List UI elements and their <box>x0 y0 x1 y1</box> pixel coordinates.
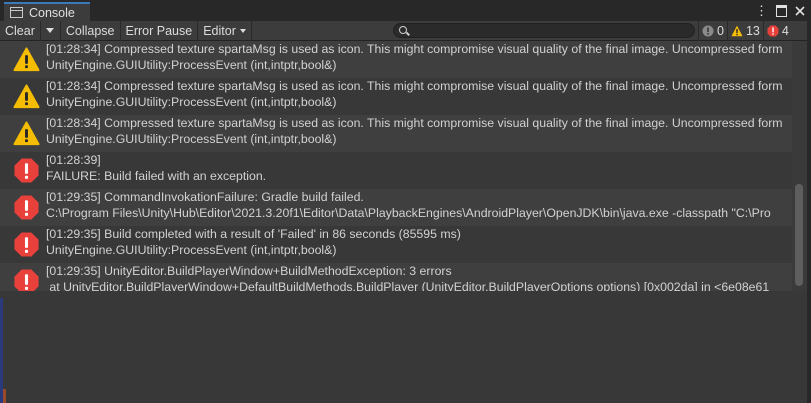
log-entry-line1: [01:28:34] Compressed texture spartaMsg … <box>46 79 783 93</box>
tab-bar: Console ⋮ <box>0 0 811 21</box>
close-icon[interactable] <box>795 6 805 16</box>
log-entry-line2: UnityEngine.GUIUtility:ProcessEvent (int… <box>46 242 337 257</box>
info-count: 0 <box>717 24 724 38</box>
window-controls: ⋮ <box>755 3 805 19</box>
warning-icon <box>13 121 40 146</box>
error-icon <box>14 195 39 220</box>
log-entry-text: [01:28:34] Compressed texture spartaMsg … <box>46 42 783 73</box>
window-border <box>807 0 811 403</box>
info-icon <box>702 25 714 37</box>
log-counters: 0 13 4 <box>698 21 792 41</box>
chevron-down-icon <box>46 28 55 33</box>
log-entry-line1: [01:28:39] <box>46 153 101 167</box>
log-entry-line2: UnityEngine.GUIUtility:ProcessEvent (int… <box>46 131 337 146</box>
error-icon <box>14 269 39 291</box>
log-entry-text: [01:29:35] CommandInvokationFailure: Gra… <box>46 190 771 221</box>
log-entry-error[interactable]: [01:29:35] UnityEditor.BuildPlayerWindow… <box>0 263 792 291</box>
clear-options-dropdown[interactable] <box>41 20 61 41</box>
log-entry-text: [01:29:35] UnityEditor.BuildPlayerWindow… <box>46 264 769 291</box>
search-input[interactable] <box>393 23 695 38</box>
log-entry-line2: UnityEngine.GUIUtility:ProcessEvent (int… <box>46 94 337 109</box>
stack-trace-panel <box>0 291 807 403</box>
chevron-down-icon <box>239 28 246 33</box>
more-options-icon[interactable]: ⋮ <box>755 3 768 19</box>
log-entry-line2: UnityEngine.GUIUtility:ProcessEvent (int… <box>46 57 337 72</box>
log-entry-error[interactable]: [01:29:35] Build completed with a result… <box>0 226 792 263</box>
collapse-toggle[interactable]: Collapse <box>61 20 121 41</box>
warning-icon <box>731 25 743 37</box>
log-entry-line1: [01:29:35] UnityEditor.BuildPlayerWindow… <box>46 264 452 278</box>
adjacent-panel-edge <box>0 298 3 403</box>
warning-icon <box>13 84 40 109</box>
log-entry-line2: at UnityEditor.BuildPlayerWindow+Default… <box>46 279 770 292</box>
log-entry-text: [01:28:39] FAILURE: Build failed with an… <box>46 153 266 184</box>
log-entry-line1: [01:28:34] Compressed texture spartaMsg … <box>46 116 783 130</box>
adjacent-panel-edge-accent <box>3 389 6 403</box>
log-entry-text: [01:28:34] Compressed texture spartaMsg … <box>46 116 783 147</box>
log-entry-line1: [01:29:35] Build completed with a result… <box>46 227 461 241</box>
maximize-icon[interactable] <box>776 5 787 17</box>
scrollbar-thumb[interactable] <box>795 184 803 286</box>
log-entry-warning[interactable]: [01:28:34] Compressed texture spartaMsg … <box>0 115 792 152</box>
error-icon <box>14 158 39 183</box>
log-entry-error[interactable]: [01:29:35] CommandInvokationFailure: Gra… <box>0 189 792 226</box>
error-count-toggle[interactable]: 4 <box>762 21 792 41</box>
editor-dropdown[interactable]: Editor <box>198 20 252 41</box>
info-count-toggle[interactable]: 0 <box>698 21 727 41</box>
warning-icon <box>13 47 40 72</box>
log-entry-warning[interactable]: [01:28:34] Compressed texture spartaMsg … <box>0 41 792 78</box>
console-icon <box>10 7 23 18</box>
log-entry-text: [01:29:35] Build completed with a result… <box>46 227 461 258</box>
log-entry-line2: C:\Program Files\Unity\Hub\Editor\2021.3… <box>46 205 771 220</box>
tab-console-label: Console <box>29 5 75 20</box>
log-entry-warning[interactable]: [01:28:34] Compressed texture spartaMsg … <box>0 78 792 115</box>
log-entry-line2: FAILURE: Build failed with an exception. <box>46 168 267 183</box>
log-entry-line1: [01:28:34] Compressed texture spartaMsg … <box>46 42 783 56</box>
log-entry-line1: [01:29:35] CommandInvokationFailure: Gra… <box>46 190 364 204</box>
clear-button[interactable]: Clear <box>0 20 41 41</box>
log-entry-list[interactable]: [01:28:34] Compressed texture spartaMsg … <box>0 41 792 291</box>
log-entry-error[interactable]: [01:28:39] FAILURE: Build failed with an… <box>0 152 792 189</box>
error-icon <box>14 232 39 257</box>
error-icon <box>767 25 779 37</box>
vertical-scrollbar[interactable] <box>792 41 807 291</box>
console-toolbar: Clear Collapse Error Pause Editor 0 13 4 <box>0 20 811 41</box>
tab-console[interactable]: Console <box>4 2 90 21</box>
error-count: 4 <box>781 24 789 38</box>
warning-count: 13 <box>745 24 760 38</box>
error-pause-toggle[interactable]: Error Pause <box>121 20 199 41</box>
warning-count-toggle[interactable]: 13 <box>726 21 763 41</box>
editor-dropdown-label: Editor <box>203 23 236 38</box>
log-entry-text: [01:28:34] Compressed texture spartaMsg … <box>46 79 783 110</box>
search-icon <box>399 26 407 34</box>
